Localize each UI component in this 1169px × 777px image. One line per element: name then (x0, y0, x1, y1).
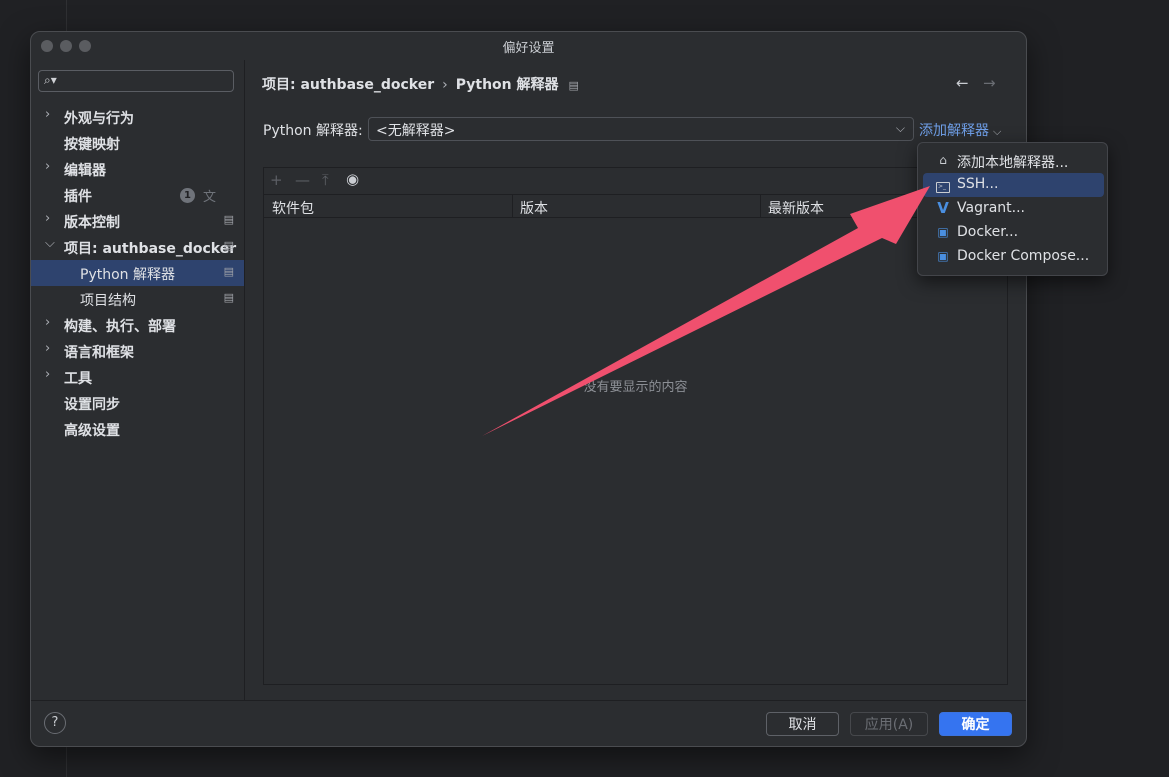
annotation-arrow (482, 186, 930, 436)
annotation-arrow-shape (482, 186, 930, 436)
